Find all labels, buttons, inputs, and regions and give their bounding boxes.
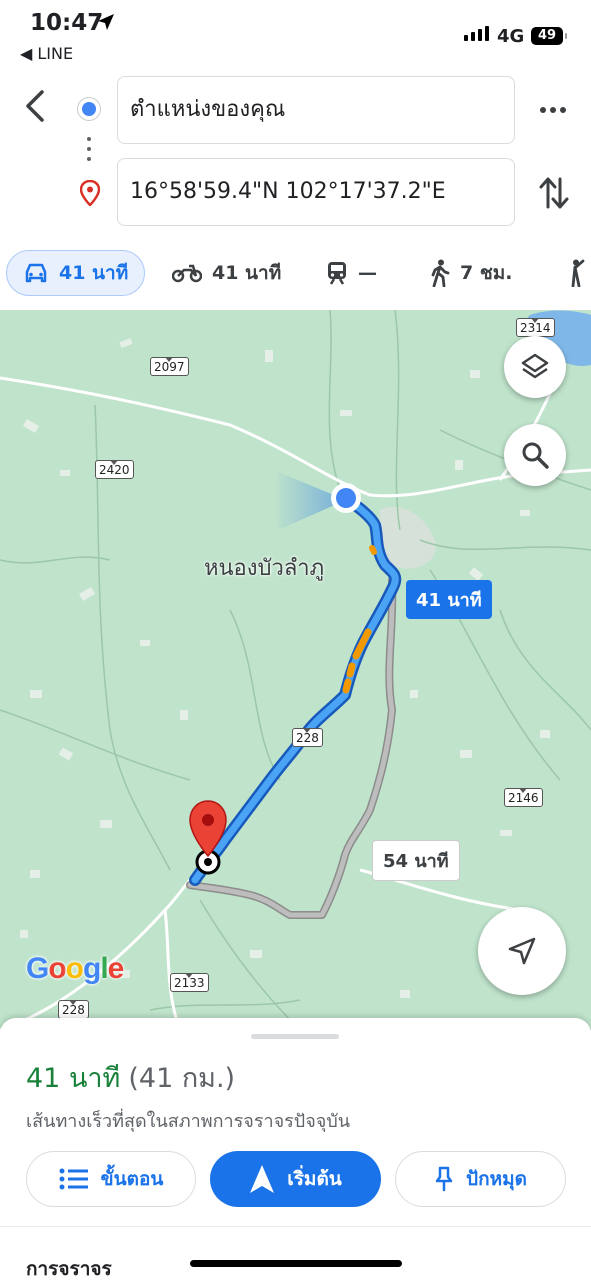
steps-button[interactable]: ขั้นตอน	[26, 1151, 196, 1207]
alternate-route-label[interactable]: 54 นาที	[372, 840, 460, 881]
location-arrow-icon	[98, 14, 114, 30]
route-duration: 41 นาที	[26, 1063, 121, 1094]
destination-input[interactable]: 16°58'59.4"N 102°17'37.2"E	[117, 158, 515, 226]
navigation-icon	[250, 1165, 275, 1193]
mode-transit-tab[interactable]: —	[326, 250, 377, 296]
train-icon	[328, 262, 346, 285]
map-search-button[interactable]	[504, 424, 566, 486]
battery-icon: 49	[531, 27, 567, 45]
more-options-button[interactable]	[536, 98, 570, 122]
destination-pin-icon	[80, 180, 100, 206]
back-to-app-link[interactable]: ◀ LINE	[20, 44, 73, 63]
home-indicator[interactable]	[190, 1260, 402, 1267]
navigation-arrow-icon	[508, 937, 536, 965]
route-shield: 2420	[95, 460, 134, 479]
layers-icon	[521, 353, 549, 379]
traffic-heading: การจราจร	[26, 1258, 112, 1280]
sheet-drag-handle[interactable]	[251, 1034, 339, 1039]
back-arrow-icon[interactable]	[18, 88, 54, 124]
route-shield: 2314	[516, 318, 555, 337]
route-summary-sheet[interactable]: 41 นาที (41 กม.) เส้นทางเร็วที่สุดในสภาพก…	[0, 1018, 591, 1280]
mode-motorcycle-tab[interactable]: 41 นาที	[172, 250, 281, 296]
route-shield: 228	[292, 728, 323, 747]
divider	[0, 1226, 591, 1227]
origin-dot-icon	[78, 98, 100, 120]
route-shield: 228	[58, 1000, 89, 1019]
cell-signal-icon	[464, 26, 489, 41]
mode-driving-tab[interactable]: 41 นาที	[6, 250, 145, 296]
mode-ride-hail-tab[interactable]	[566, 250, 586, 296]
primary-route-label[interactable]: 41 นาที	[406, 580, 492, 619]
ride-hail-icon	[571, 259, 585, 287]
route-subtitle: เส้นทางเร็วที่สุดในสภาพการจราจรปัจจุบัน	[26, 1111, 351, 1132]
start-navigation-button[interactable]: เริ่มต้น	[210, 1151, 381, 1207]
network-type: 4G	[497, 26, 525, 47]
status-bar: 10:47 ◀ LINE 4G 49	[0, 0, 591, 70]
status-time: 10:47	[30, 10, 104, 36]
route-distance: (41 กม.)	[128, 1063, 236, 1094]
route-summary: 41 นาที (41 กม.)	[26, 1056, 235, 1099]
start-button-label: เริ่มต้น	[287, 1168, 342, 1190]
mode-walking-tab[interactable]: 7 ชม.	[430, 250, 512, 296]
steps-button-label: ขั้นตอน	[100, 1168, 164, 1190]
route-shield: 2146	[504, 788, 543, 807]
motorcycle-icon	[172, 264, 202, 283]
mode-transit-label: —	[358, 262, 377, 284]
connector-dots-icon	[87, 137, 91, 167]
route-shield: 2133	[170, 973, 209, 992]
walk-icon	[431, 259, 450, 287]
place-label[interactable]: หนองบัวลำภู	[204, 550, 324, 585]
car-icon	[25, 263, 47, 283]
mode-driving-label: 41 นาที	[59, 262, 129, 284]
pin-button-label: ปักหมุด	[466, 1168, 527, 1190]
travel-mode-bar: 41 นาที 41 นาที — 7 ชม.	[0, 250, 591, 300]
search-icon	[522, 442, 549, 469]
layers-button[interactable]	[504, 336, 566, 398]
google-logo: Google	[26, 952, 124, 985]
swap-directions-icon[interactable]	[538, 174, 570, 212]
origin-input[interactable]: ตำแหน่งของคุณ	[117, 76, 515, 144]
pin-button[interactable]: ปักหมุด	[395, 1151, 566, 1207]
route-shield: 2097	[150, 357, 189, 376]
pin-icon	[435, 1166, 453, 1192]
map-view[interactable]: 2314 2097 2420 228 2146 2133 228 หนองบัว…	[0, 310, 591, 1030]
mode-walking-label: 7 ชม.	[460, 262, 513, 284]
mode-motorcycle-label: 41 นาที	[212, 262, 282, 284]
my-location-button[interactable]	[478, 907, 566, 995]
list-icon	[59, 1168, 88, 1190]
